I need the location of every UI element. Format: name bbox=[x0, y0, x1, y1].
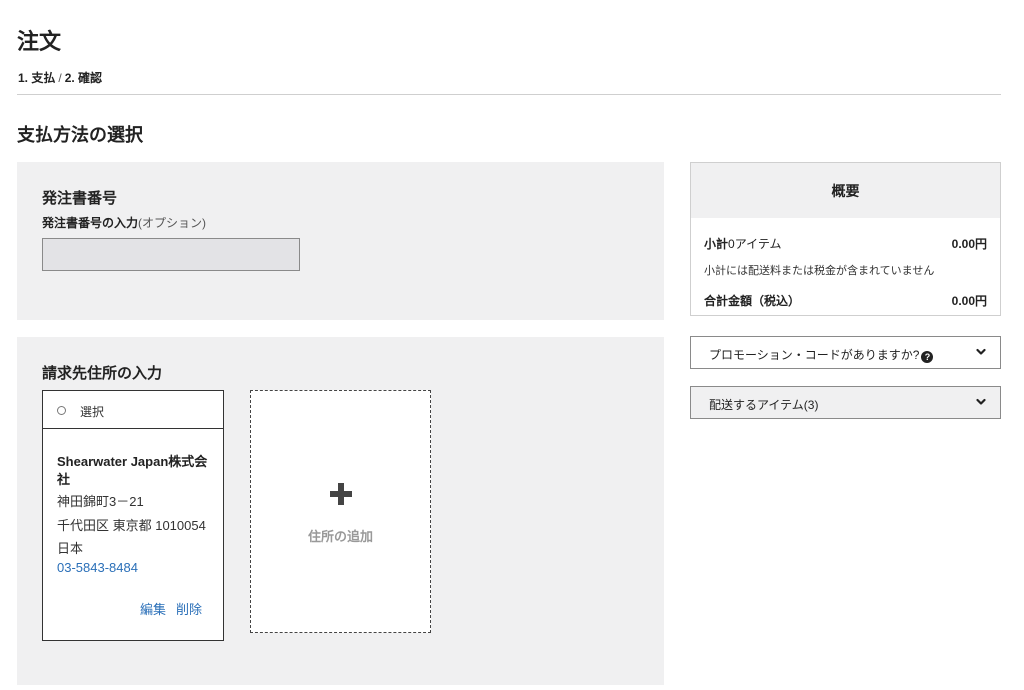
total-value: 0.00円 bbox=[951, 294, 987, 308]
items-to-ship-accordion[interactable]: 配送するアイテム(3) bbox=[690, 386, 1001, 419]
chevron-down-icon[interactable] bbox=[976, 397, 986, 407]
po-number-optional-text: (オプション) bbox=[138, 216, 207, 230]
promo-code-label: プロモーション・コードがありますか?? bbox=[709, 346, 934, 363]
edit-address-link[interactable]: 編集 bbox=[140, 599, 166, 618]
promo-code-accordion[interactable]: プロモーション・コードがありますか?? bbox=[690, 336, 1001, 369]
subtotal-label: 小計0アイテム bbox=[704, 235, 782, 252]
subtotal-value: 0.00円 bbox=[951, 237, 987, 251]
address-card[interactable]: 選択 Shearwater Japan株式会社 神田錦町3－21 千代田区 東京… bbox=[42, 390, 224, 641]
plus-icon bbox=[330, 483, 352, 505]
promo-code-text: プロモーション・コードがありますか? bbox=[709, 348, 920, 362]
order-summary: 概要 小計0アイテム 0.00円 小計には配送料または税金が含まれていません 合… bbox=[690, 162, 1001, 316]
address-company: Shearwater Japan株式会社 bbox=[57, 454, 208, 487]
address-select-label[interactable]: 選択 bbox=[80, 403, 104, 420]
summary-title: 概要 bbox=[831, 183, 860, 199]
billing-address-title: 請求先住所の入力 bbox=[42, 365, 163, 382]
subtotal-note: 小計には配送料または税金が含まれていません bbox=[704, 265, 935, 277]
chevron-down-icon[interactable] bbox=[976, 347, 986, 357]
address-line2: 千代田区 東京都 1010054 bbox=[57, 518, 206, 533]
breadcrumb-step-payment[interactable]: 1. 支払 bbox=[18, 71, 55, 85]
address-line1: 神田錦町3－21 bbox=[57, 494, 144, 509]
address-phone-link[interactable]: 03-5843-8484 bbox=[57, 560, 138, 575]
delete-address-link[interactable]: 削除 bbox=[176, 599, 202, 618]
breadcrumb-separator: / bbox=[58, 71, 62, 85]
address-select-radio[interactable] bbox=[57, 406, 66, 415]
breadcrumb: 1. 支払/2. 確認 bbox=[18, 69, 102, 86]
header-divider bbox=[17, 94, 1001, 95]
subtotal-label-text: 小計 bbox=[704, 237, 729, 251]
po-number-input[interactable] bbox=[42, 238, 300, 271]
breadcrumb-step-confirm[interactable]: 2. 確認 bbox=[65, 71, 102, 85]
po-number-label: 発注書番号の入力(オプション) bbox=[42, 214, 206, 231]
subtotal-items: 0アイテム bbox=[728, 237, 782, 251]
po-number-label-text: 発注書番号の入力 bbox=[42, 216, 139, 230]
add-address-label: 住所の追加 bbox=[307, 529, 373, 544]
summary-header: 概要 bbox=[691, 163, 1000, 218]
add-address-button[interactable]: 住所の追加 bbox=[250, 390, 431, 633]
section-title: 支払方法の選択 bbox=[17, 125, 143, 145]
help-icon[interactable]: ? bbox=[921, 351, 934, 363]
address-card-header[interactable]: 選択 bbox=[43, 391, 223, 429]
address-country: 日本 bbox=[57, 541, 84, 556]
total-label: 合計金額（税込） bbox=[704, 294, 801, 308]
items-to-ship-label: 配送するアイテム(3) bbox=[709, 398, 819, 412]
page-title: 注文 bbox=[17, 29, 62, 54]
po-number-title: 発注書番号 bbox=[42, 190, 118, 207]
